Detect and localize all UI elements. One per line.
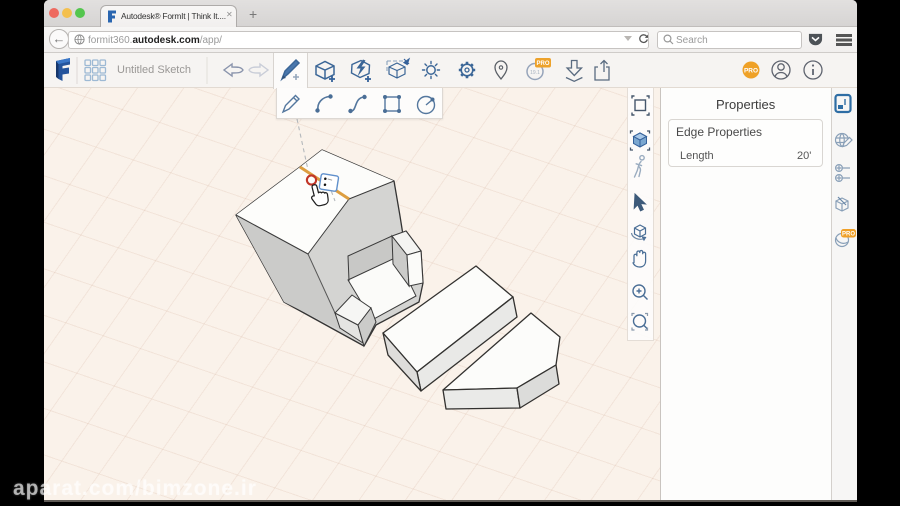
svg-text:PRO: PRO xyxy=(842,232,855,238)
svg-text:19.1: 19.1 xyxy=(530,70,540,76)
svg-text:PRO: PRO xyxy=(744,68,758,75)
svg-text:PRO: PRO xyxy=(536,61,549,67)
